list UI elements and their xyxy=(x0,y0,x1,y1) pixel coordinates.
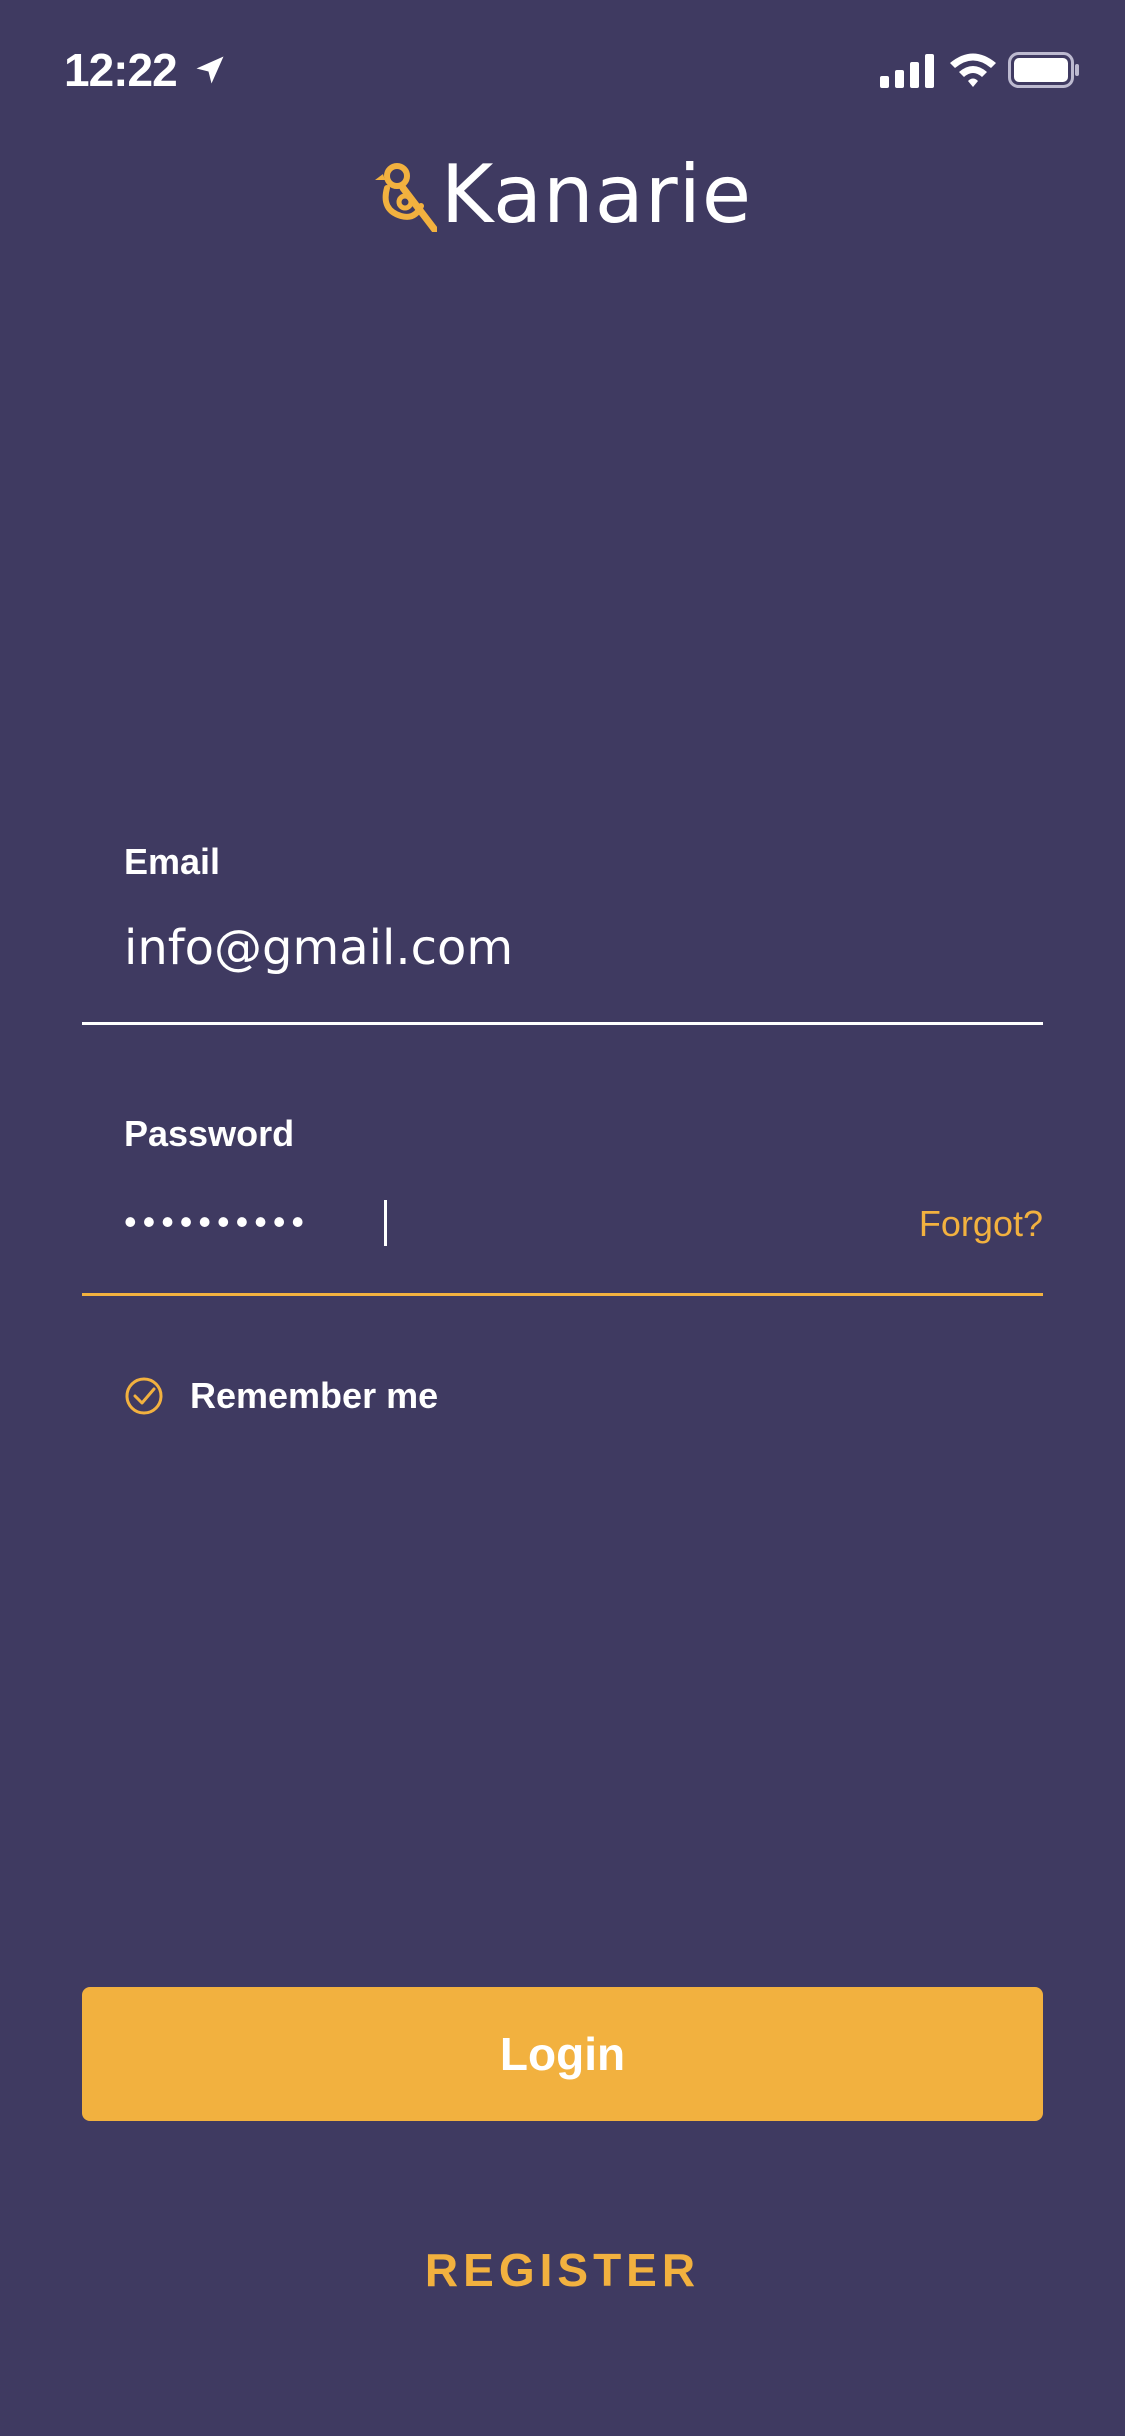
password-field[interactable]: •••••••••• xyxy=(124,1200,310,1244)
email-field[interactable]: info@gmail.com xyxy=(124,918,513,978)
login-button-label: Login xyxy=(499,2028,626,2080)
remember-me-label[interactable]: Remember me xyxy=(190,1374,438,1418)
remember-checkbox-icon[interactable] xyxy=(124,1376,164,1416)
register-link[interactable]: REGISTER xyxy=(0,2240,1125,2300)
canary-bird-icon xyxy=(374,163,437,232)
login-button[interactable]: Login xyxy=(82,1987,1043,2121)
app-logo: Kanarie xyxy=(0,140,1125,250)
forgot-password-link[interactable]: Forgot? xyxy=(919,1200,1043,1248)
battery-icon xyxy=(1008,52,1079,88)
wifi-icon xyxy=(950,53,996,87)
logo-text: Kanarie xyxy=(440,148,753,241)
signal-icon xyxy=(880,54,934,88)
status-time: 12:22 xyxy=(64,44,178,96)
text-cursor xyxy=(384,1200,387,1246)
email-label: Email xyxy=(124,841,221,882)
password-label: Password xyxy=(124,1113,295,1154)
location-arrow-icon xyxy=(196,56,224,84)
email-underline xyxy=(82,1022,1043,1025)
password-underline xyxy=(82,1293,1043,1296)
